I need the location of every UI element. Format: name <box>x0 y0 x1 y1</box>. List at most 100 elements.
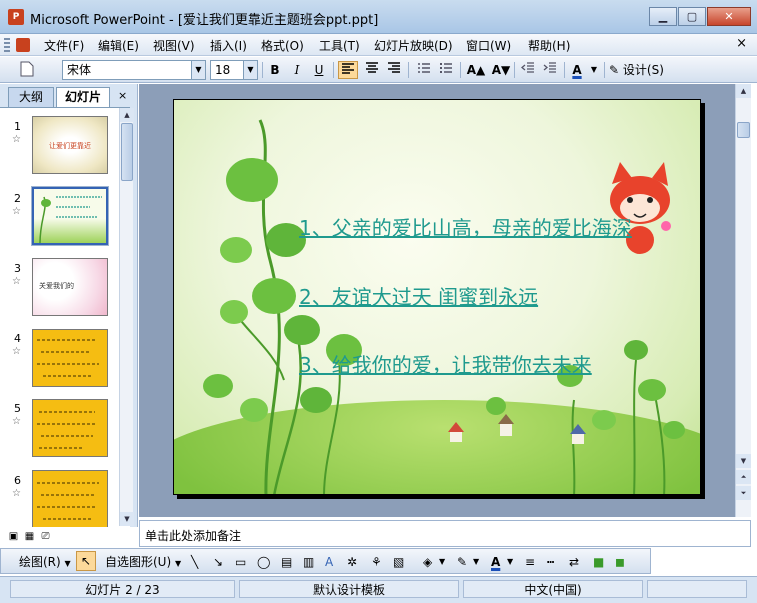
autoshapes-button[interactable]: 自选图形(U) ▼ <box>105 553 181 573</box>
scrollbar-thumb[interactable] <box>121 123 133 181</box>
scroll-down-arrow-icon[interactable]: ▼ <box>736 454 751 468</box>
arrow-tool-icon[interactable]: ↘ <box>213 553 223 571</box>
design-template[interactable]: 默认设计模板 <box>239 580 459 598</box>
bold-button[interactable]: B <box>266 61 284 79</box>
menu-edit[interactable]: 编辑(E) <box>98 37 139 54</box>
scroll-up-arrow-icon[interactable]: ▲ <box>120 108 134 122</box>
close-button[interactable]: ✕ <box>707 7 751 26</box>
thumbnail-preview <box>37 411 97 449</box>
font-shrink-button[interactable]: A▼ <box>490 61 512 79</box>
vertical-textbox-icon[interactable]: ▥ <box>303 553 314 571</box>
draw-menu-button[interactable]: 绘图(R) ▼ <box>19 553 71 573</box>
diagram-icon[interactable]: ✲ <box>347 553 357 571</box>
slide-hyperlink-3[interactable]: 3、给我你的爱，让我带你去未来 <box>299 349 592 378</box>
thumbnail-caption: 让爱们更靠近 <box>49 142 91 150</box>
menu-tools[interactable]: 工具(T) <box>319 37 360 54</box>
align-right-icon[interactable] <box>384 61 404 79</box>
3d-style-icon[interactable]: ◼ <box>615 553 625 571</box>
align-left-icon[interactable] <box>338 61 358 79</box>
menu-view[interactable]: 视图(V) <box>153 37 195 54</box>
rectangle-tool-icon[interactable]: ▭ <box>235 553 246 571</box>
scroll-down-arrow-icon[interactable]: ▼ <box>120 512 134 526</box>
autoshape-label: 自选图形(U) <box>105 555 172 569</box>
slide-hyperlink-1[interactable]: 1、父亲的爱比山高，母亲的爱比海深 <box>299 212 632 241</box>
align-center-icon[interactable] <box>362 61 382 79</box>
scroll-up-arrow-icon[interactable]: ▲ <box>736 84 751 98</box>
line-style-icon[interactable]: ≡ <box>525 553 535 571</box>
italic-button[interactable]: I <box>288 61 306 79</box>
slide-thumbnail-list: 1 ☆ 让爱们更靠近 2 ☆ 3 ☆ 关爱我们的 4 ☆ 5 ☆ 6 ☆ <box>0 107 130 527</box>
line-color-icon[interactable]: ✎ <box>457 553 467 571</box>
font-color-button[interactable]: A <box>568 61 586 79</box>
line-tool-icon[interactable]: ╲ <box>191 553 198 571</box>
new-document-icon[interactable] <box>18 61 36 79</box>
slide-thumbnail-2[interactable] <box>31 186 109 246</box>
slide-thumbnail-5[interactable] <box>32 399 108 457</box>
document-icon[interactable] <box>16 38 30 52</box>
thumbnail-scrollbar[interactable]: ▲ ▼ <box>119 108 134 526</box>
menu-file[interactable]: 文件(F) <box>44 37 84 54</box>
insert-picture-icon[interactable]: ▧ <box>393 553 404 571</box>
fill-color-icon[interactable]: ◈ <box>423 553 432 571</box>
toolbar-separator <box>262 62 263 78</box>
thumbnail-number: 1 <box>14 120 21 133</box>
underline-button[interactable]: U <box>310 61 328 79</box>
chevron-down-icon[interactable]: ▼ <box>439 553 445 571</box>
slide-thumbnail-6[interactable] <box>32 470 108 527</box>
bullet-list-icon[interactable] <box>436 61 456 79</box>
menu-format[interactable]: 格式(O) <box>261 37 304 54</box>
menu-slideshow[interactable]: 幻灯片放映(D) <box>374 37 453 54</box>
tab-outline[interactable]: 大纲 <box>8 87 54 107</box>
slideshow-view-icon[interactable]: ⎚ <box>38 530 53 544</box>
slide-position: 幻灯片 2 / 23 <box>10 580 235 598</box>
chevron-down-icon[interactable]: ▼ <box>473 553 479 571</box>
slide-sorter-view-icon[interactable]: ▦ <box>22 530 37 544</box>
clipart-icon[interactable]: ⚘ <box>371 553 382 571</box>
font-size-select[interactable]: 18 ▼ <box>210 60 258 80</box>
powerpoint-app-icon[interactable]: P <box>8 9 24 25</box>
menu-insert[interactable]: 插入(I) <box>210 37 247 54</box>
wordart-icon[interactable]: A <box>325 553 333 571</box>
chevron-down-icon[interactable]: ▼ <box>191 61 205 79</box>
slide-thumbnail-1[interactable]: 让爱们更靠近 <box>32 116 108 174</box>
design-button[interactable]: ✎ 设计(S) <box>609 61 671 79</box>
menu-window[interactable]: 窗口(W) <box>466 37 511 54</box>
menu-help[interactable]: 帮助(H) <box>528 37 570 54</box>
chevron-down-icon[interactable]: ▼ <box>589 61 599 79</box>
numbered-list-icon[interactable] <box>414 61 434 79</box>
slide-canvas[interactable]: 1、父亲的爱比山高，母亲的爱比海深 2、友谊大过天 闺蜜到永远 3、给我你的爱，… <box>173 99 701 495</box>
animation-star-icon: ☆ <box>12 416 21 427</box>
previous-slide-icon[interactable]: ⏶ <box>736 470 751 484</box>
normal-view-icon[interactable]: ▣ <box>6 530 21 544</box>
slide-thumbnail-3[interactable]: 关爱我们的 <box>32 258 108 316</box>
document-close-button[interactable]: × <box>736 36 747 51</box>
minimize-button[interactable]: ▁ <box>649 7 677 26</box>
slide-thumbnail-4[interactable] <box>32 329 108 387</box>
shadow-style-icon[interactable]: ■ <box>593 553 604 571</box>
close-icon[interactable]: × <box>118 89 127 102</box>
font-color-icon[interactable]: A <box>491 553 500 571</box>
textbox-tool-icon[interactable]: ▤ <box>281 553 292 571</box>
font-name-select[interactable]: 宋体 ▼ <box>62 60 206 80</box>
notes-pane[interactable]: 单击此处添加备注 <box>139 520 751 547</box>
maximize-button[interactable]: ▢ <box>678 7 706 26</box>
tab-slides[interactable]: 幻灯片 <box>56 87 110 107</box>
slide-hyperlink-2[interactable]: 2、友谊大过天 闺蜜到永远 <box>299 281 538 310</box>
thumbnail-number: 6 <box>14 474 21 487</box>
next-slide-icon[interactable]: ⏷ <box>736 486 751 500</box>
chevron-down-icon[interactable]: ▼ <box>243 61 257 79</box>
decrease-indent-icon[interactable] <box>518 61 538 79</box>
arrow-style-icon[interactable]: ⇄ <box>569 553 579 571</box>
oval-tool-icon[interactable]: ◯ <box>257 553 270 571</box>
slide-scrollbar[interactable]: ▲ ▼ ⏶ ⏷ <box>735 84 751 517</box>
font-grow-button[interactable]: A▲ <box>465 61 487 79</box>
scrollbar-thumb[interactable] <box>737 122 750 138</box>
menu-grip-handle[interactable] <box>4 38 10 52</box>
increase-indent-icon[interactable] <box>540 61 560 79</box>
toolbar-separator <box>514 62 515 78</box>
thumbnail-number: 5 <box>14 402 21 415</box>
dash-style-icon[interactable]: ┅ <box>547 553 554 571</box>
select-objects-icon[interactable]: ↖ <box>76 551 96 571</box>
chevron-down-icon[interactable]: ▼ <box>507 553 513 571</box>
draw-label: 绘图(R) <box>19 555 61 569</box>
